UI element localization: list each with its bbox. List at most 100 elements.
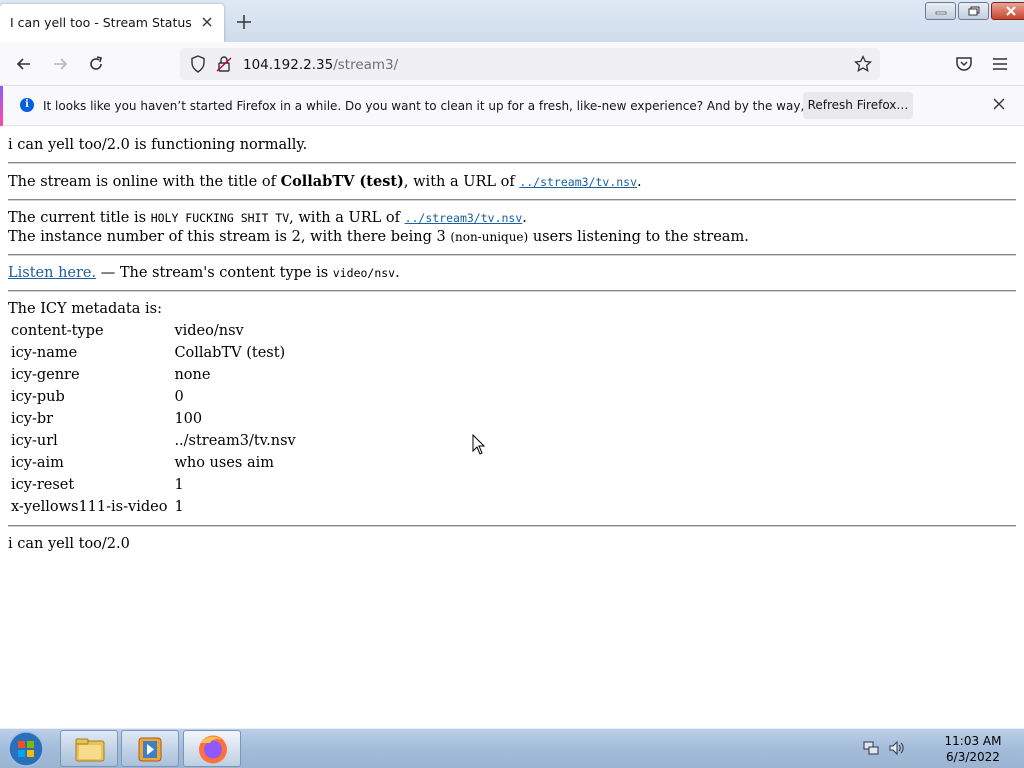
instance-line: The instance number of this stream is 2,… <box>8 228 1016 247</box>
bookmark-star-icon[interactable] <box>853 54 873 74</box>
icy-key: icy-url <box>11 432 58 449</box>
close-window-button[interactable] <box>991 2 1024 20</box>
icy-value: none <box>174 366 211 383</box>
firefox-icon <box>199 735 227 764</box>
table-row: icy-url ../stream3/tv.nsv <box>8 430 299 452</box>
online-prefix: The stream is online with the title of <box>8 174 281 190</box>
firefox-button[interactable] <box>183 730 241 767</box>
table-row: content-type video/nsv <box>8 320 299 342</box>
listen-mid: — The stream's content type is <box>96 265 333 281</box>
current-mid: , with a URL of <box>289 210 405 226</box>
reload-icon[interactable] <box>86 54 106 74</box>
icy-key: icy-pub <box>11 388 65 405</box>
listen-line: Listen here. — The stream's content type… <box>8 264 1016 283</box>
minimize-button[interactable] <box>925 2 956 20</box>
stream-title: CollabTV (test) <box>280 173 404 190</box>
restore-button[interactable] <box>958 2 989 20</box>
volume-icon[interactable] <box>888 739 906 757</box>
tab-active[interactable]: I can yell too - Stream Status <box>0 4 224 42</box>
icy-key: icy-name <box>11 344 78 361</box>
page-content: i can yell too/2.0 is functioning normal… <box>8 126 1016 554</box>
mouse-cursor-icon <box>472 434 486 455</box>
window-controls <box>925 2 1024 21</box>
new-tab-icon[interactable] <box>234 12 254 32</box>
icy-key: icy-reset <box>11 476 75 493</box>
listen-link[interactable]: Listen here. <box>8 265 96 281</box>
icy-value: 100 <box>174 410 203 427</box>
icy-metadata-table: content-type video/nsv icy-name CollabTV (… <box>8 320 299 518</box>
url-text[interactable]: 104.192.2.35/stream3/ <box>243 57 398 73</box>
status-line: i can yell too/2.0 is functioning normal… <box>8 137 308 153</box>
tab-strip: I can yell too - Stream Status <box>0 0 1024 42</box>
icy-value: video/nsv <box>174 322 244 339</box>
file-explorer-button[interactable] <box>60 730 118 767</box>
menu-hamburger-icon[interactable] <box>990 54 1010 74</box>
stream-online-line: The stream is online with the title of C… <box>8 172 1016 192</box>
instance-suffix: users listening to the stream. <box>528 229 749 245</box>
divider <box>8 254 1016 256</box>
url-path: /stream3/ <box>333 57 399 73</box>
taskbar: 11:03 AM 6/3/2022 <box>0 728 1024 768</box>
icy-key: content-type <box>11 322 104 339</box>
table-row: icy-reset 1 <box>8 474 299 496</box>
divider <box>8 162 1016 164</box>
current-prefix: The current title is <box>8 210 151 226</box>
table-row: icy-pub 0 <box>8 386 299 408</box>
table-row: icy-genre none <box>8 364 299 386</box>
media-player-icon <box>138 737 162 762</box>
instance-note: (non-unique) <box>450 230 529 244</box>
info-icon: i <box>20 98 34 112</box>
divider <box>8 199 1016 201</box>
file-explorer-icon <box>75 738 105 762</box>
icy-value: who uses aim <box>174 454 274 471</box>
online-suffix: . <box>637 174 642 190</box>
clock[interactable]: 11:03 AM 6/3/2022 <box>930 733 1016 765</box>
tracking-shield-icon[interactable] <box>188 54 208 74</box>
notification-message: It looks like you haven’t started Firefo… <box>43 99 899 113</box>
refresh-firefox-button[interactable]: Refresh Firefox… <box>803 92 913 119</box>
minimize-icon <box>935 11 946 15</box>
icy-key: icy-genre <box>11 366 80 383</box>
media-player-button[interactable] <box>121 730 179 767</box>
table-row: x-yellows111-is-video 1 <box>8 496 299 518</box>
navigation-toolbar: 104.192.2.35/stream3/ <box>0 42 1024 86</box>
forward-icon[interactable] <box>50 54 70 74</box>
icy-key: icy-aim <box>11 454 64 471</box>
network-icon[interactable] <box>862 739 880 757</box>
system-tray <box>862 739 906 757</box>
icy-key: x-yellows111-is-video <box>11 498 168 515</box>
back-icon[interactable] <box>14 54 34 74</box>
icy-heading: The ICY metadata is: <box>8 301 162 317</box>
start-orb-icon[interactable] <box>5 730 47 768</box>
insecure-lock-icon[interactable] <box>214 54 234 74</box>
clock-date: 6/3/2022 <box>946 750 1000 764</box>
tab-close-icon[interactable] <box>199 14 215 30</box>
close-icon <box>1006 6 1016 16</box>
table-row: icy-aim who uses aim <box>8 452 299 474</box>
server-footer: i can yell too/2.0 <box>8 536 130 552</box>
online-mid: , with a URL of <box>403 174 520 190</box>
current-title: HOLY FUCKING SHIT TV <box>150 211 290 225</box>
restore-icon <box>968 6 979 16</box>
table-row: icy-br 100 <box>8 408 299 430</box>
icy-value: CollabTV (test) <box>174 344 286 361</box>
url-host: 104.192.2.35 <box>243 57 334 73</box>
pocket-icon[interactable] <box>954 54 974 74</box>
clock-time: 11:03 AM <box>944 734 1002 748</box>
current-suffix: . <box>522 210 527 226</box>
table-row: icy-name CollabTV (test) <box>8 342 299 364</box>
notification-close-icon[interactable] <box>991 96 1007 112</box>
icy-value: ../stream3/tv.nsv <box>174 432 296 449</box>
notification-accent <box>0 86 3 126</box>
icy-value: 1 <box>174 476 184 493</box>
icy-value: 1 <box>174 498 184 515</box>
current-url-link[interactable]: ../stream3/tv.nsv <box>405 211 523 225</box>
address-bar[interactable]: 104.192.2.35/stream3/ <box>180 48 880 80</box>
stream-url-link[interactable]: ../stream3/tv.nsv <box>519 175 637 189</box>
content-type: video/nsv <box>332 266 396 280</box>
current-title-line: The current title is HOLY FUCKING SHIT T… <box>8 209 1016 228</box>
icy-key: icy-br <box>11 410 54 427</box>
instance-prefix: The instance number of this stream is 2,… <box>8 229 451 245</box>
icy-value: 0 <box>174 388 184 405</box>
listen-suffix: . <box>395 265 400 281</box>
